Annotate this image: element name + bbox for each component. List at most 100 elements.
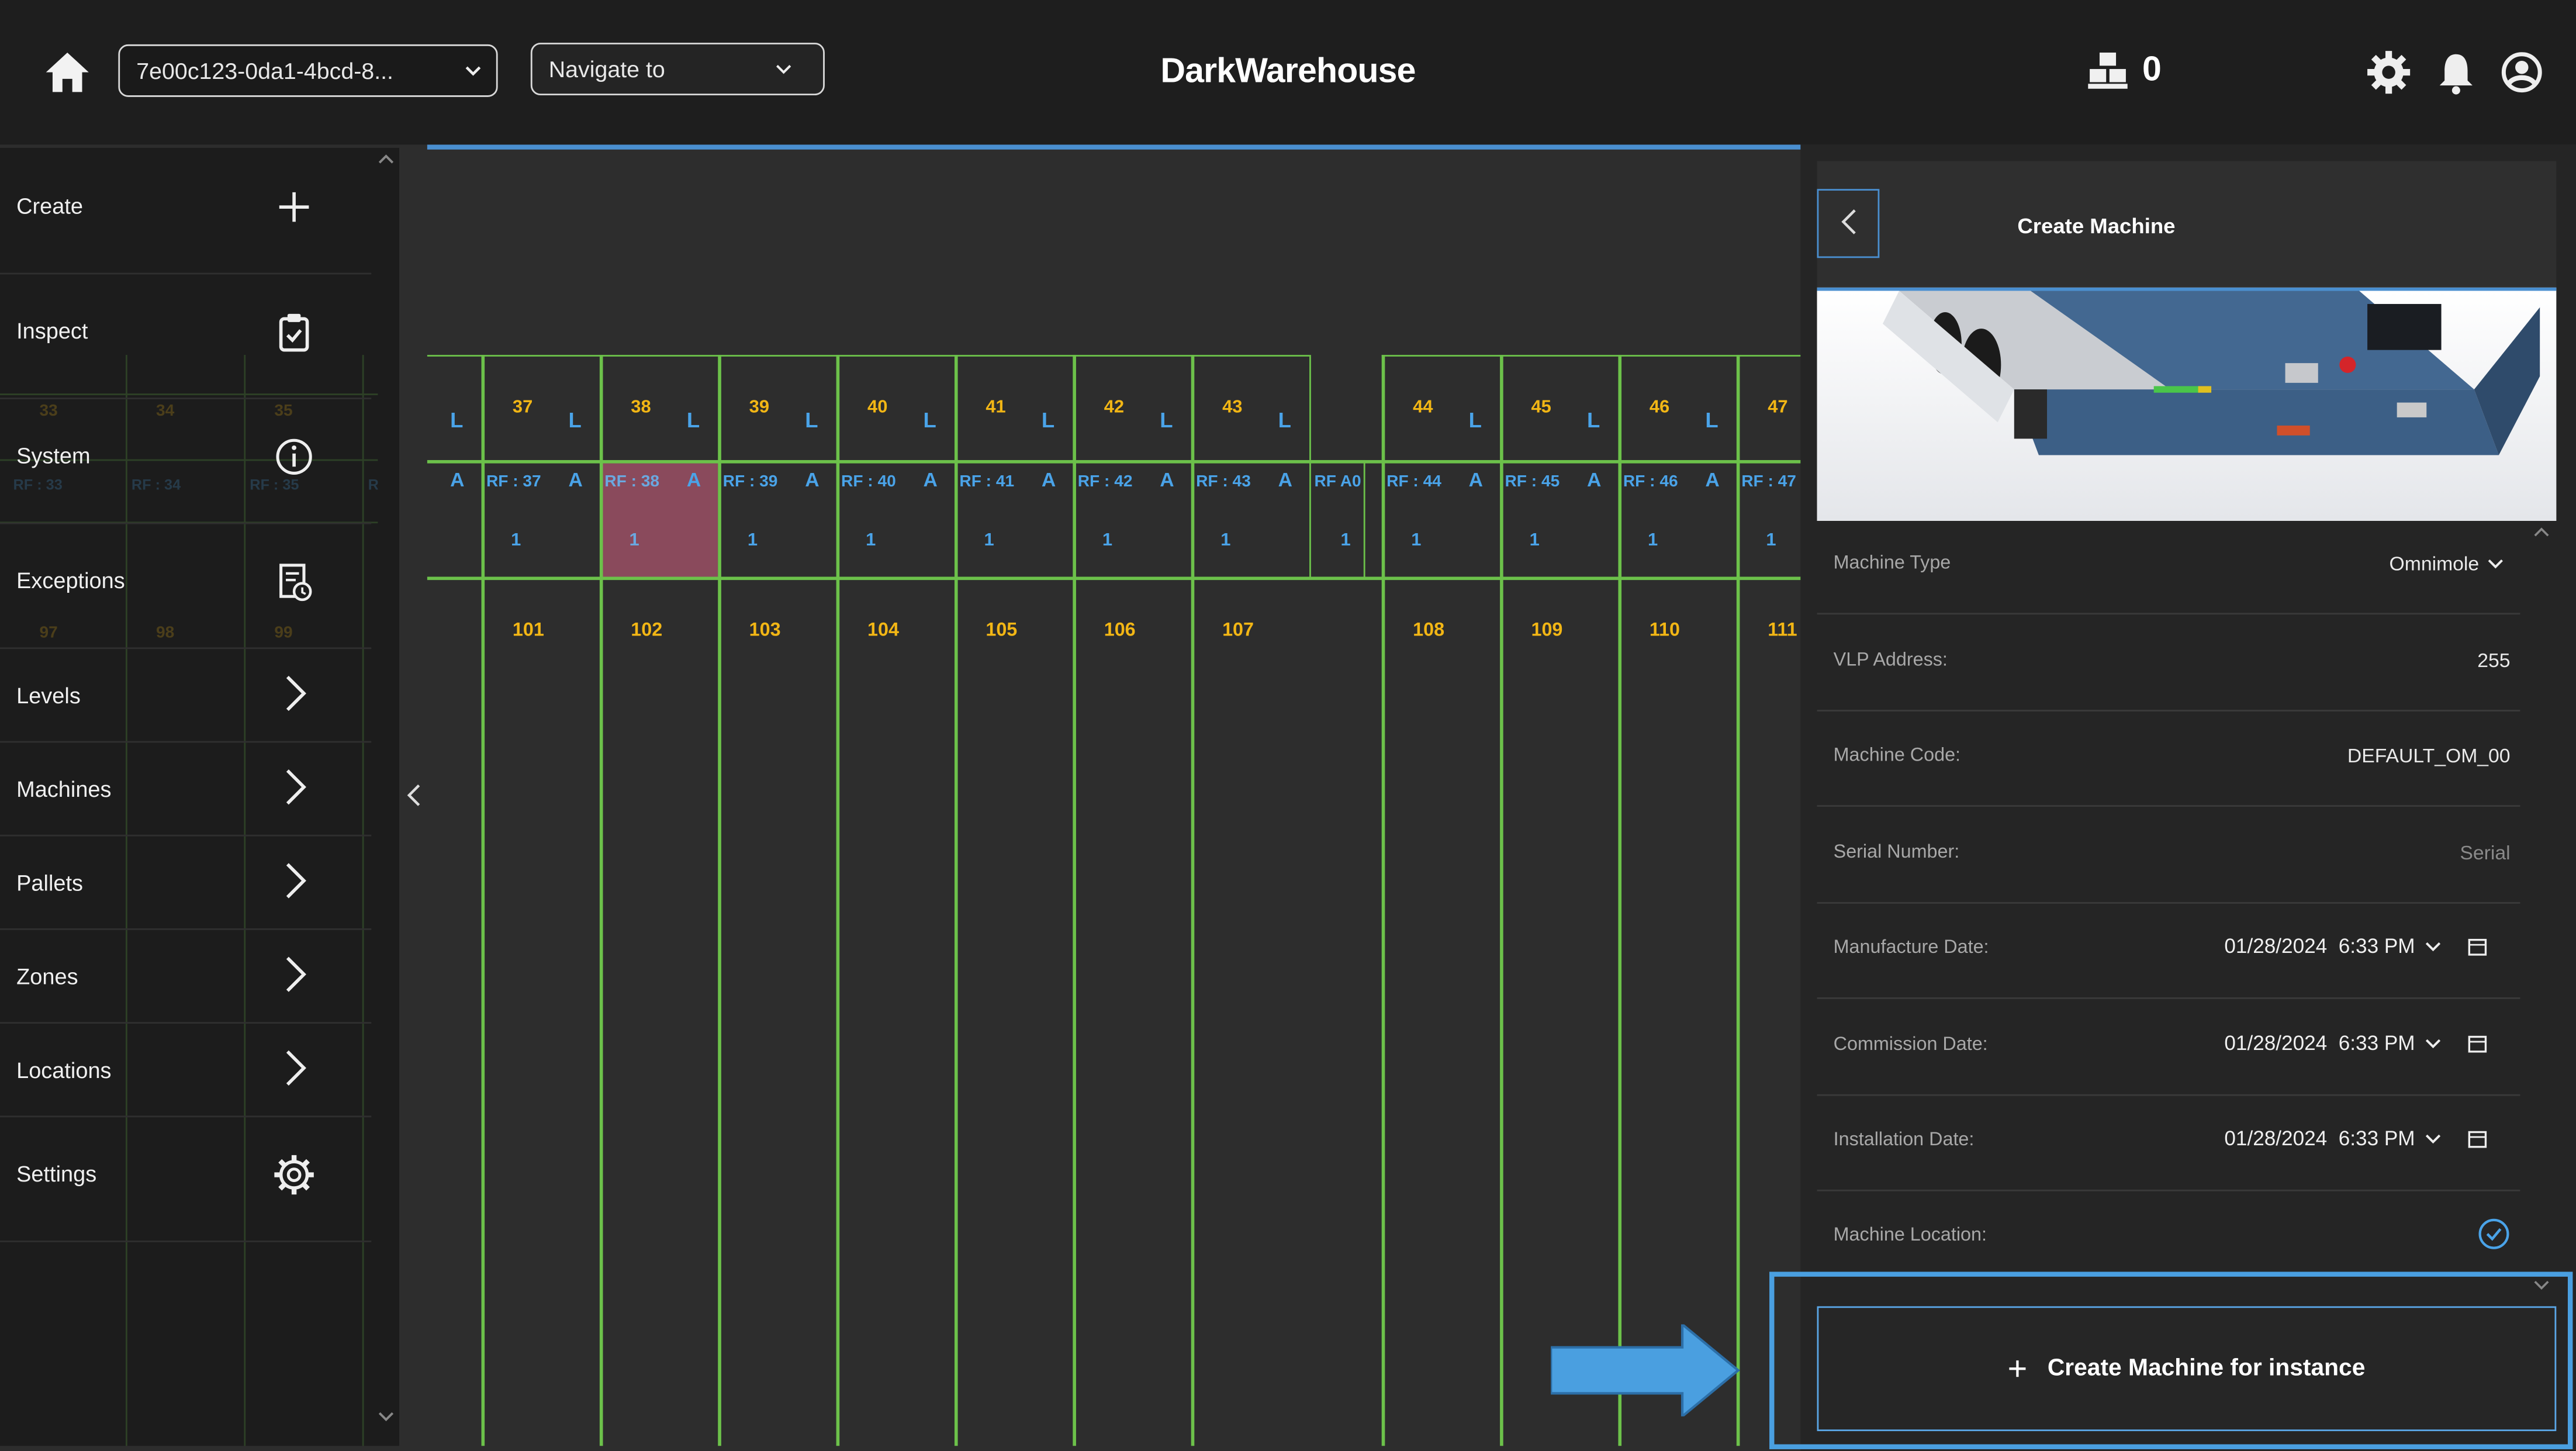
panel-header [1817,161,2557,289]
sidebar-item-create[interactable]: Create [0,148,372,275]
pallet-counter[interactable]: 0 [2086,49,2162,92]
installation-date-value: 01/28/2024 6:33 PM [2224,1127,2415,1151]
grid-line [1736,355,1740,1446]
grid-rf-label: RF : 44 [1386,473,1441,492]
grid-top-label: 45 [1531,398,1551,417]
grid-a-marker: A [1705,468,1720,492]
grid-l-marker: L [686,407,700,433]
grid-line [836,355,840,1446]
back-button[interactable] [1817,189,1880,258]
collapse-sidebar-icon[interactable] [401,779,427,811]
sidebar-item-label: Create [16,194,84,219]
sidebar-item-label: Settings [16,1162,97,1187]
grid-bottom-label: 103 [749,621,781,641]
omnimole-robot-illustration [1817,291,2557,521]
user-account-icon[interactable] [2499,49,2545,95]
grid-top-label: 38 [631,398,651,417]
sidebar-item-label: System [16,443,91,469]
grid-count: 1 [1766,530,1776,551]
bell-icon[interactable] [2433,49,2479,95]
grid-line [427,460,1801,464]
app-root: 7e00c123-0da1-4bcd-8... Navigate to Dark… [0,0,2576,1451]
grid-column-cell[interactable] [1382,355,1500,1446]
manufacture-date-picker[interactable]: 01/28/2024 6:33 PM [2224,935,2487,958]
grid-top-label: 41 [986,398,1006,417]
grid-a-marker: A [686,468,701,492]
manufacture-date-value: 01/28/2024 6:33 PM [2224,935,2415,958]
grid-a-marker: A [1041,468,1056,492]
calendar-icon[interactable] [2468,1034,2488,1053]
sidebar-item-inspect[interactable]: Inspect [0,273,372,399]
sidebar-item-label: Machines [16,777,112,802]
machine-code-field[interactable]: Machine Code: DEFAULT_OM_00 [1817,710,2520,807]
gear-icon [274,1155,314,1195]
grid-narrow-cell[interactable] [1309,460,1365,579]
sidebar-item-pallets[interactable]: Pallets [0,835,372,930]
create-machine-button-label: Create Machine for instance [2047,1355,2366,1382]
chevron-down-icon [2425,942,2441,952]
sidebar-item-levels[interactable]: Levels [0,647,372,743]
installation-date-field[interactable]: Installation Date: 01/28/2024 6:33 PM [1817,1094,2520,1191]
sidebar-item-exceptions[interactable]: Exceptions [0,523,372,650]
grid-count: 1 [1102,530,1113,551]
commission-date-picker[interactable]: 01/28/2024 6:33 PM [2224,1032,2487,1055]
grid-count: 1 [747,530,758,551]
check-circle-icon[interactable] [2477,1218,2510,1250]
grid-top-border [427,144,1801,150]
serial-number-field[interactable]: Serial Number: Serial [1817,807,2520,904]
arrow-right-icon [1551,1324,1740,1417]
installation-date-picker[interactable]: 01/28/2024 6:33 PM [2224,1127,2487,1150]
manufacture-date-field[interactable]: Manufacture Date: 01/28/2024 6:33 PM [1817,902,2520,999]
chevron-down-icon [2488,559,2503,569]
grid-line [427,355,1310,357]
sidebar-item-label: Exceptions [16,568,125,593]
commission-date-value: 01/28/2024 6:33 PM [2224,1032,2415,1055]
pallet-icon [2088,52,2128,89]
panel-scrollbar[interactable] [2530,523,2553,1295]
machine-type-field[interactable]: Machine Type Omnimole [1817,517,2520,615]
grid-column-cell[interactable] [836,355,955,1446]
grid-column-cell[interactable] [1073,355,1191,1446]
grid-column-cell[interactable] [1500,355,1618,1446]
sidebar-item-machines[interactable]: Machines [0,741,372,837]
grid-column-cell[interactable] [718,355,836,1446]
grid-column-cell[interactable] [1191,355,1309,1446]
field-label: Machine Code: [1833,746,1961,766]
sidebar-item-settings[interactable]: Settings [0,1115,372,1242]
grid-top-label: 44 [1413,398,1433,417]
sidebar-item-label: Pallets [16,870,84,896]
calendar-icon[interactable] [2468,937,2488,956]
chevron-down-icon [2425,1039,2441,1049]
grid-l-marker: L [805,407,818,433]
grid-bottom-label: 111 [1768,621,1797,641]
clipboard-check-icon [279,313,309,352]
grid-top-label: 40 [867,398,888,417]
sidebar-item-locations[interactable]: Locations [0,1022,372,1118]
grid-a-marker: A [450,468,465,492]
commission-date-field[interactable]: Commission Date: 01/28/2024 6:33 PM [1817,999,2520,1096]
sidebar-item-system[interactable]: System [0,398,372,524]
grid-a-marker: A [923,468,938,492]
scroll-up-icon[interactable] [376,151,396,168]
create-machine-button[interactable]: Create Machine for instance [1817,1306,2557,1432]
grid-column-cell[interactable] [955,355,1073,1446]
vlp-address-field[interactable]: VLP Address: 255 [1817,614,2520,711]
calendar-icon[interactable] [2468,1129,2488,1149]
sidebar-item-zones[interactable]: Zones [0,928,372,1024]
grid-line [481,355,485,1446]
chevron-left-icon [1841,209,1856,234]
grid-rf-label: RF : 38 [604,473,660,492]
grid-line [1618,355,1622,1446]
grid-column-cell[interactable] [1618,355,1736,1446]
grid-rf-label: RF : 43 [1196,473,1251,492]
grid-bottom-label: 101 [512,621,544,641]
scroll-down-icon[interactable] [376,1408,396,1425]
gear-icon[interactable] [2366,49,2412,95]
grid-bottom-label: 110 [1649,621,1681,641]
grid-column-cell[interactable] [482,355,600,1446]
machine-location-field[interactable]: Machine Location: [1817,1190,2520,1285]
grid-top-label: 47 [1768,398,1788,417]
grid-l-marker: L [1160,407,1173,433]
grid-line [1381,355,1385,1446]
grid-rf-label: RF : 40 [841,473,896,492]
